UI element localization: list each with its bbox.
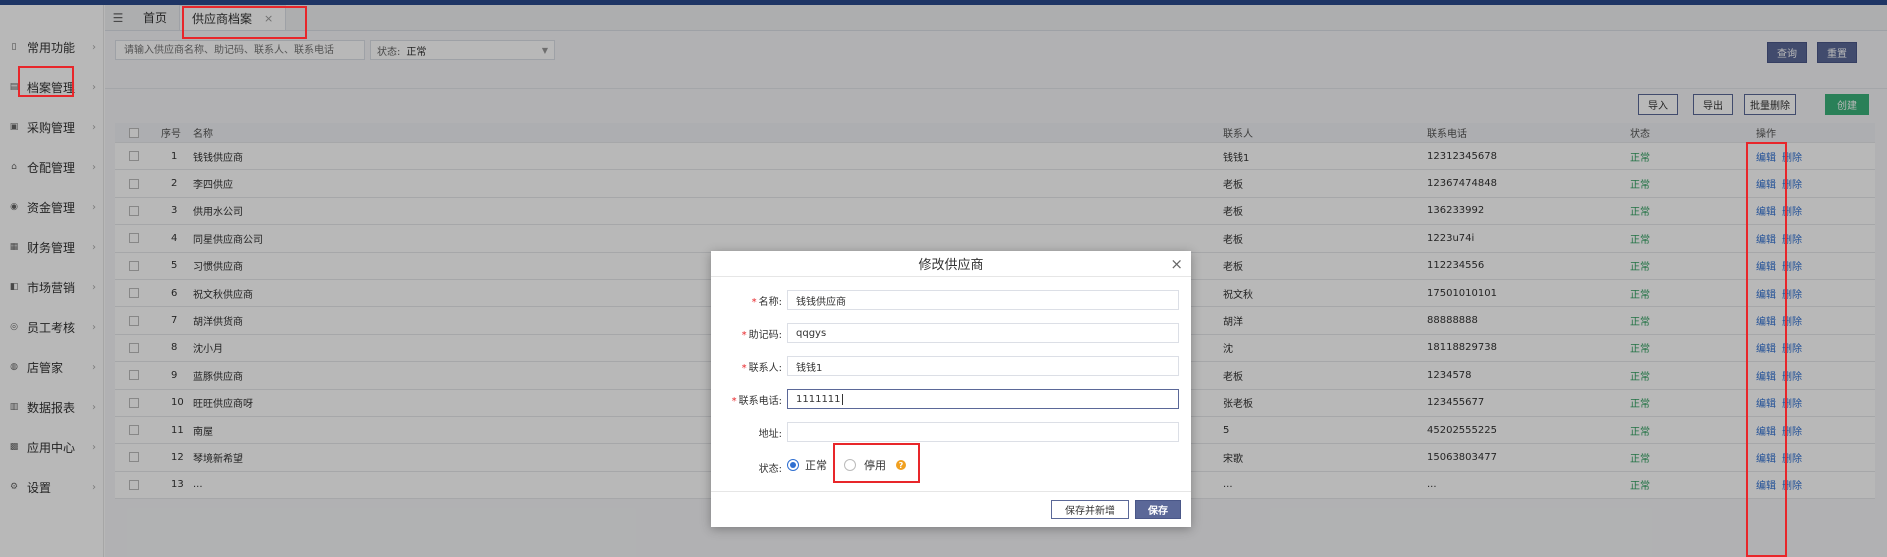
form-row-name: * 名称: 钱钱供应商 — [711, 289, 1191, 311]
status-normal-label: 正常 — [805, 459, 827, 472]
dialog-footer: 保存并新增 保存 — [711, 491, 1191, 527]
code-label: 助记码: — [748, 329, 782, 341]
status-radio-normal[interactable]: 正常 — [787, 457, 827, 473]
close-icon[interactable]: × — [1170, 255, 1183, 273]
text-cursor — [841, 393, 843, 405]
form-row-status: 状态: 正常 停用 ? — [711, 454, 1191, 476]
phone-field[interactable]: 1111111 — [787, 389, 1179, 409]
save-and-new-button[interactable]: 保存并新增 — [1051, 500, 1129, 519]
address-field[interactable] — [787, 422, 1179, 442]
required-mark: * — [741, 362, 747, 374]
warning-icon: ? — [896, 460, 906, 470]
status-radio-disabled[interactable]: 停用 ? — [844, 457, 906, 473]
name-label: 名称: — [758, 296, 782, 308]
contact-label: 联系人: — [748, 362, 782, 374]
dialog-title: 修改供应商 — [711, 251, 1191, 277]
form-row-phone: * 联系电话: 1111111 — [711, 388, 1191, 410]
address-label: 地址: — [758, 428, 782, 440]
contact-field[interactable]: 钱钱1 — [787, 356, 1179, 376]
phone-field-value: 1111111 — [796, 393, 841, 405]
required-mark: * — [751, 296, 757, 308]
save-button[interactable]: 保存 — [1135, 500, 1181, 519]
status-label: 状态: — [758, 464, 782, 475]
phone-label: 联系电话: — [738, 395, 782, 407]
edit-supplier-dialog: 修改供应商 × * 名称: 钱钱供应商 * 助记码: qqgys * 联系人: 钱钱1… — [711, 251, 1191, 527]
form-row-contact: * 联系人: 钱钱1 — [711, 355, 1191, 377]
required-mark: * — [731, 395, 737, 407]
form-row-address: 地址: — [711, 421, 1191, 443]
required-mark: * — [741, 329, 747, 341]
radio-unchecked-icon — [844, 459, 856, 471]
name-field[interactable]: 钱钱供应商 — [787, 290, 1179, 310]
radio-checked-icon — [787, 459, 799, 471]
mnemonic-code-field[interactable]: qqgys — [787, 323, 1179, 343]
form-row-code: * 助记码: qqgys — [711, 322, 1191, 344]
status-disabled-label: 停用 — [864, 459, 886, 472]
